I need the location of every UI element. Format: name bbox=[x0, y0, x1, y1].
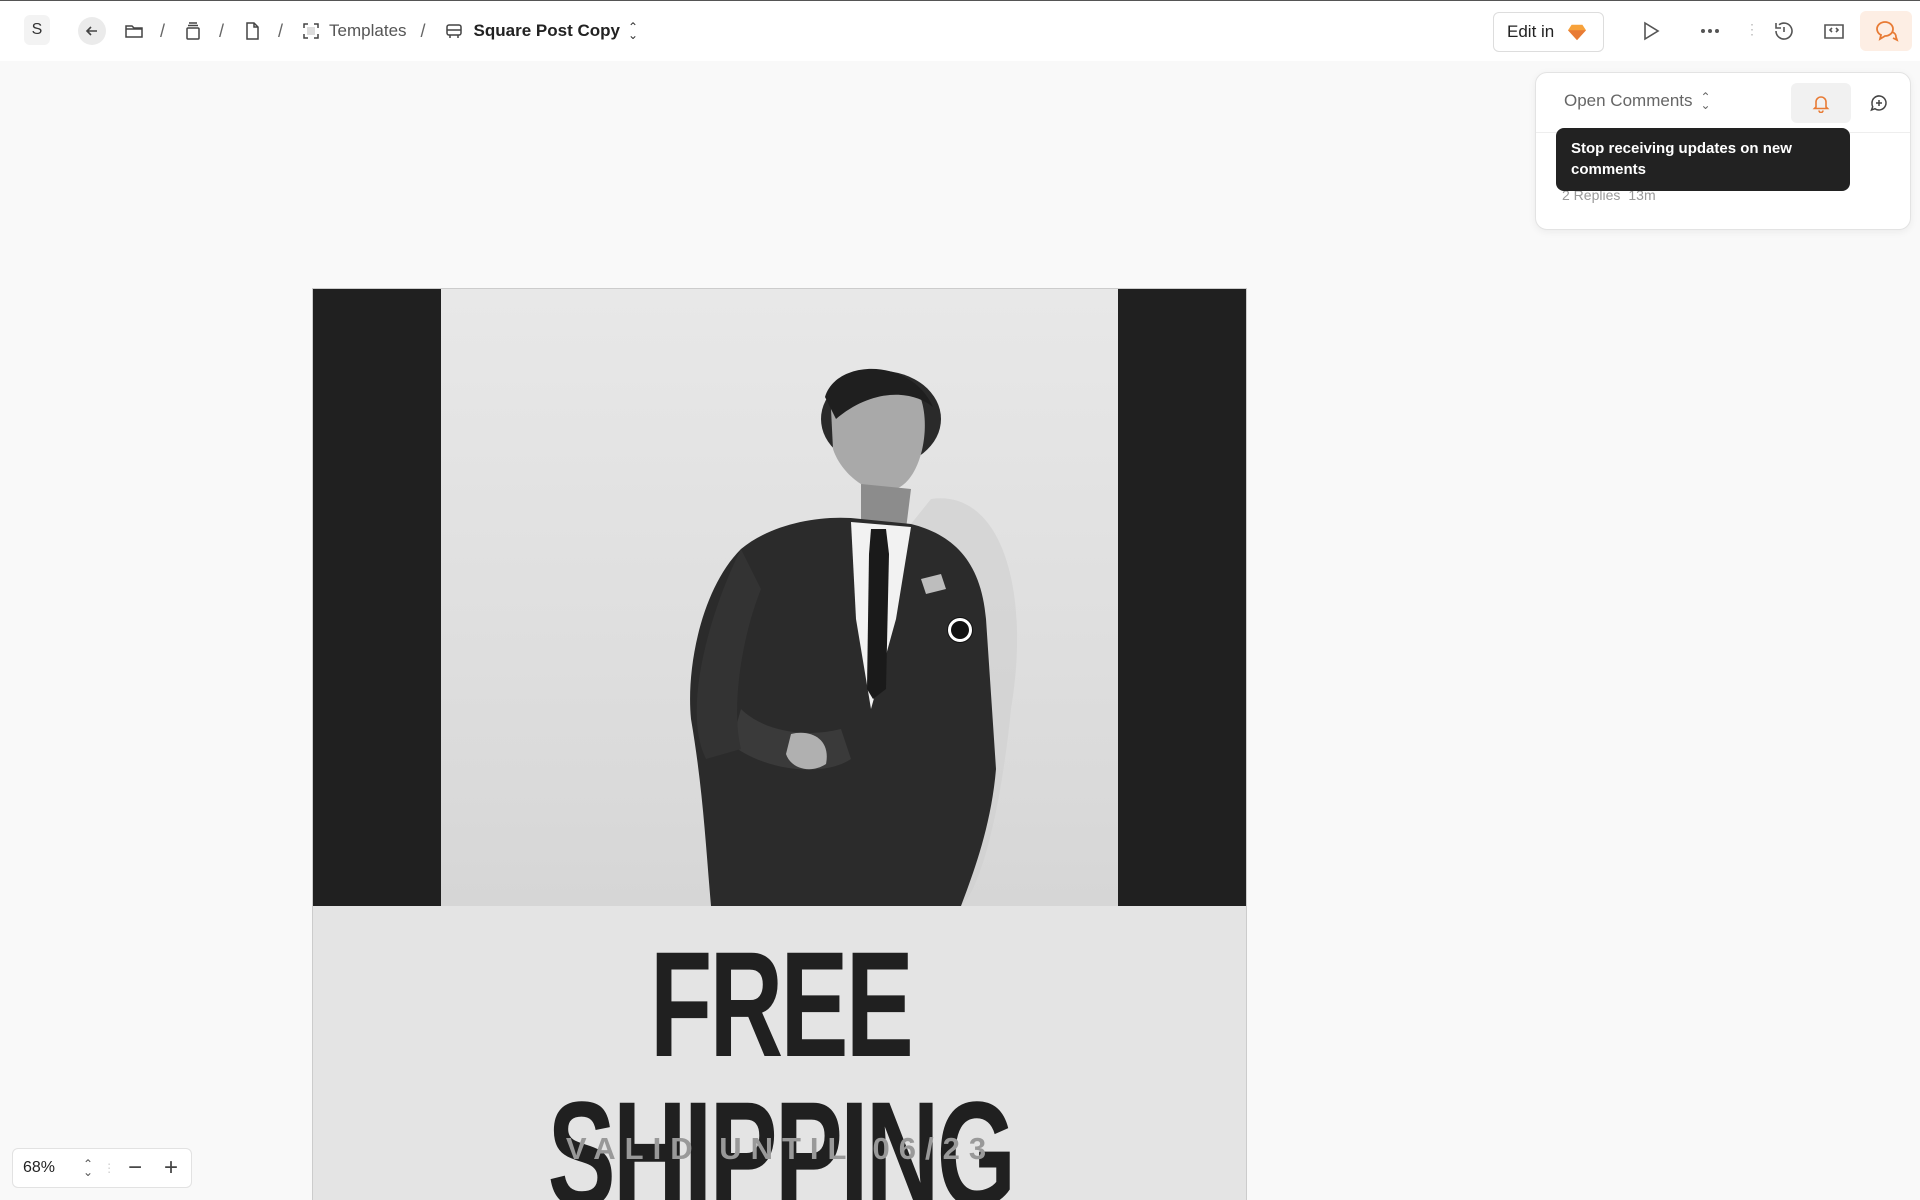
photo-frame bbox=[313, 289, 1246, 906]
breadcrumb: / / / Templates / Square Post Copy ⌃ ⌄ bbox=[78, 1, 638, 61]
history-icon[interactable] bbox=[1768, 15, 1800, 47]
toolbar-divider: ⋮ bbox=[1745, 21, 1759, 37]
breadcrumb-separator: / bbox=[219, 20, 225, 41]
zoom-divider: ⋮ bbox=[103, 1161, 116, 1175]
comments-filter-dropdown[interactable]: Open Comments ⌃ ⌄ bbox=[1564, 91, 1711, 111]
bell-icon bbox=[1812, 96, 1830, 113]
top-toolbar: S / / / Templates / Square Post Copy ⌃ ⌄ … bbox=[0, 0, 1920, 61]
zoom-out-button[interactable]: − bbox=[119, 1152, 151, 1184]
breadcrumb-separator: / bbox=[160, 20, 166, 41]
back-button[interactable] bbox=[78, 17, 106, 45]
promo-subline: VALID UNTIL 06/23 bbox=[565, 1131, 996, 1166]
edit-in-label: Edit in bbox=[1507, 22, 1555, 41]
notifications-tooltip: Stop receiving updates on new comments bbox=[1556, 128, 1850, 191]
workspace-avatar[interactable]: S bbox=[24, 15, 50, 45]
breadcrumb-separator: / bbox=[278, 20, 284, 41]
notifications-toggle-button[interactable] bbox=[1791, 83, 1851, 123]
add-comment-icon bbox=[1870, 95, 1887, 112]
zoom-control: 68% ⌃ ⌄ ⋮ − + bbox=[12, 1148, 192, 1188]
inspect-icon[interactable] bbox=[1818, 15, 1850, 47]
chevron-up-down-icon[interactable]: ⌃ ⌄ bbox=[83, 1158, 93, 1178]
edit-in-button[interactable]: Edit in bbox=[1493, 12, 1604, 52]
back-arrow-icon bbox=[85, 26, 97, 36]
symbol-icon bbox=[442, 19, 466, 43]
page-icon[interactable] bbox=[240, 19, 264, 43]
plus-icon: + bbox=[164, 1154, 179, 1181]
more-icon[interactable] bbox=[1694, 15, 1726, 47]
chevron-up-down-icon: ⌃ ⌄ bbox=[1700, 90, 1711, 112]
chevron-up-down-icon[interactable]: ⌃ ⌄ bbox=[628, 21, 638, 41]
comment-pin[interactable] bbox=[948, 618, 972, 642]
artboard-icon bbox=[299, 19, 323, 43]
new-comment-button[interactable] bbox=[1863, 87, 1895, 119]
breadcrumb-templates[interactable]: Templates bbox=[329, 21, 406, 41]
breadcrumb-separator: / bbox=[420, 20, 426, 41]
comments-icon bbox=[1876, 21, 1899, 42]
sketch-gem-icon bbox=[1568, 24, 1587, 41]
play-icon[interactable] bbox=[1634, 15, 1666, 47]
man-in-suit-image bbox=[690, 368, 1018, 906]
zoom-in-button[interactable]: + bbox=[155, 1152, 187, 1184]
model-photo bbox=[441, 289, 1118, 906]
comments-panel-header: Open Comments ⌃ ⌄ bbox=[1536, 73, 1910, 133]
library-icon[interactable] bbox=[181, 19, 205, 43]
artboard-canvas[interactable]: FREE SHIPPING VALID UNTIL 06/23 bbox=[312, 288, 1247, 1200]
folder-icon[interactable] bbox=[122, 19, 146, 43]
document-title[interactable]: Square Post Copy bbox=[474, 21, 620, 41]
comments-filter-label: Open Comments bbox=[1564, 91, 1693, 110]
minus-icon: − bbox=[128, 1154, 143, 1181]
comments-toggle-button[interactable] bbox=[1860, 11, 1912, 51]
zoom-level[interactable]: 68% bbox=[23, 1159, 73, 1177]
